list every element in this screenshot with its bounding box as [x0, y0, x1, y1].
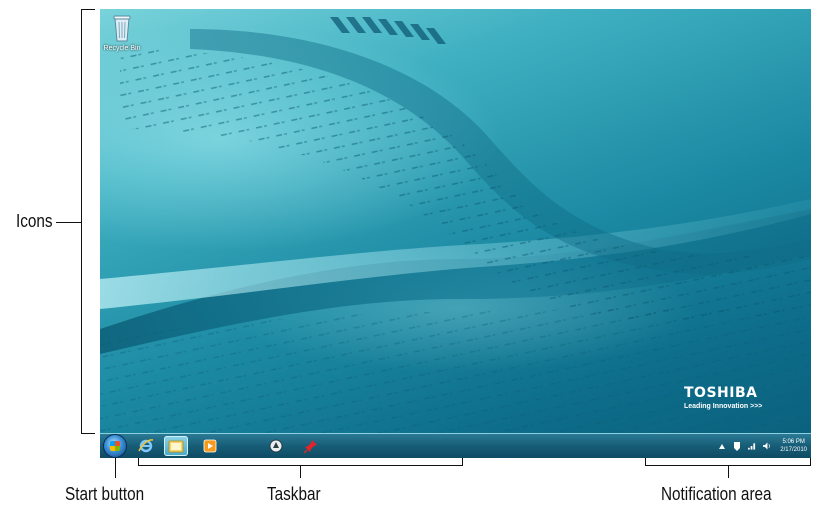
pin-icon: [303, 440, 317, 454]
clock-date: 2/17/2010: [780, 447, 807, 453]
start-button[interactable]: [104, 435, 126, 457]
taskbar-item-media-player[interactable]: [198, 436, 222, 456]
icons-bracket-top: [81, 9, 95, 10]
taskbar-bracket-left: [138, 458, 139, 466]
taskbar[interactable]: 5:06 PM 2/17/2010: [100, 433, 811, 458]
recycle-bin-desktop-icon[interactable]: Recycle Bin: [104, 12, 140, 56]
system-clock[interactable]: 5:06 PM 2/17/2010: [780, 438, 807, 454]
icons-bracket-mid: [76, 222, 81, 223]
volume-icon[interactable]: [763, 442, 771, 450]
taskbar-item-windows-explorer[interactable]: [164, 436, 188, 456]
desktop-wallpaper: [100, 17, 811, 433]
icons-leader-line: [56, 222, 78, 223]
media-player-icon: [203, 439, 217, 453]
oem-branding: TOSHIBA Leading Innovation >>>: [684, 385, 762, 410]
start-button-annotation-label: Start button: [65, 484, 145, 504]
taskbar-item-pin[interactable]: [299, 436, 323, 456]
action-center-icon[interactable]: [733, 441, 741, 451]
brand-name: TOSHIBA: [684, 385, 758, 401]
taskbar-annotation-label: Taskbar: [267, 484, 321, 504]
icons-bracket-bottom: [81, 433, 95, 434]
windows-explorer-icon: [168, 440, 184, 453]
internet-explorer-icon: [138, 439, 154, 453]
taskbar-item-internet-explorer[interactable]: [134, 436, 158, 456]
app-icon: [269, 439, 283, 453]
network-icon[interactable]: [748, 442, 756, 450]
clock-time: 5:06 PM: [782, 439, 805, 445]
notification-area-leader-line: [728, 465, 729, 478]
desktop-screen[interactable]: Recycle Bin TOSHIBA Leading Innovation >…: [100, 9, 811, 458]
notification-area-annotation-label: Notification area: [661, 484, 772, 504]
taskbar-leader-line: [300, 465, 301, 478]
start-button-leader-line: [115, 458, 116, 478]
taskbar-item-app[interactable]: [264, 436, 288, 456]
icons-annotation-label: Icons: [16, 211, 53, 231]
icons-bracket: [81, 9, 82, 434]
recycle-bin-icon: [113, 15, 131, 42]
notification-area-bracket-left: [645, 458, 646, 466]
desktop-icon-label: Recycle Bin: [103, 45, 141, 52]
notification-area-bracket-right: [810, 458, 811, 466]
taskbar-bracket-right: [462, 458, 463, 466]
brand-tagline: Leading Innovation >>>: [684, 403, 763, 410]
notification-area[interactable]: 5:06 PM 2/17/2010: [718, 434, 807, 458]
show-hidden-icons-icon[interactable]: [718, 442, 726, 450]
